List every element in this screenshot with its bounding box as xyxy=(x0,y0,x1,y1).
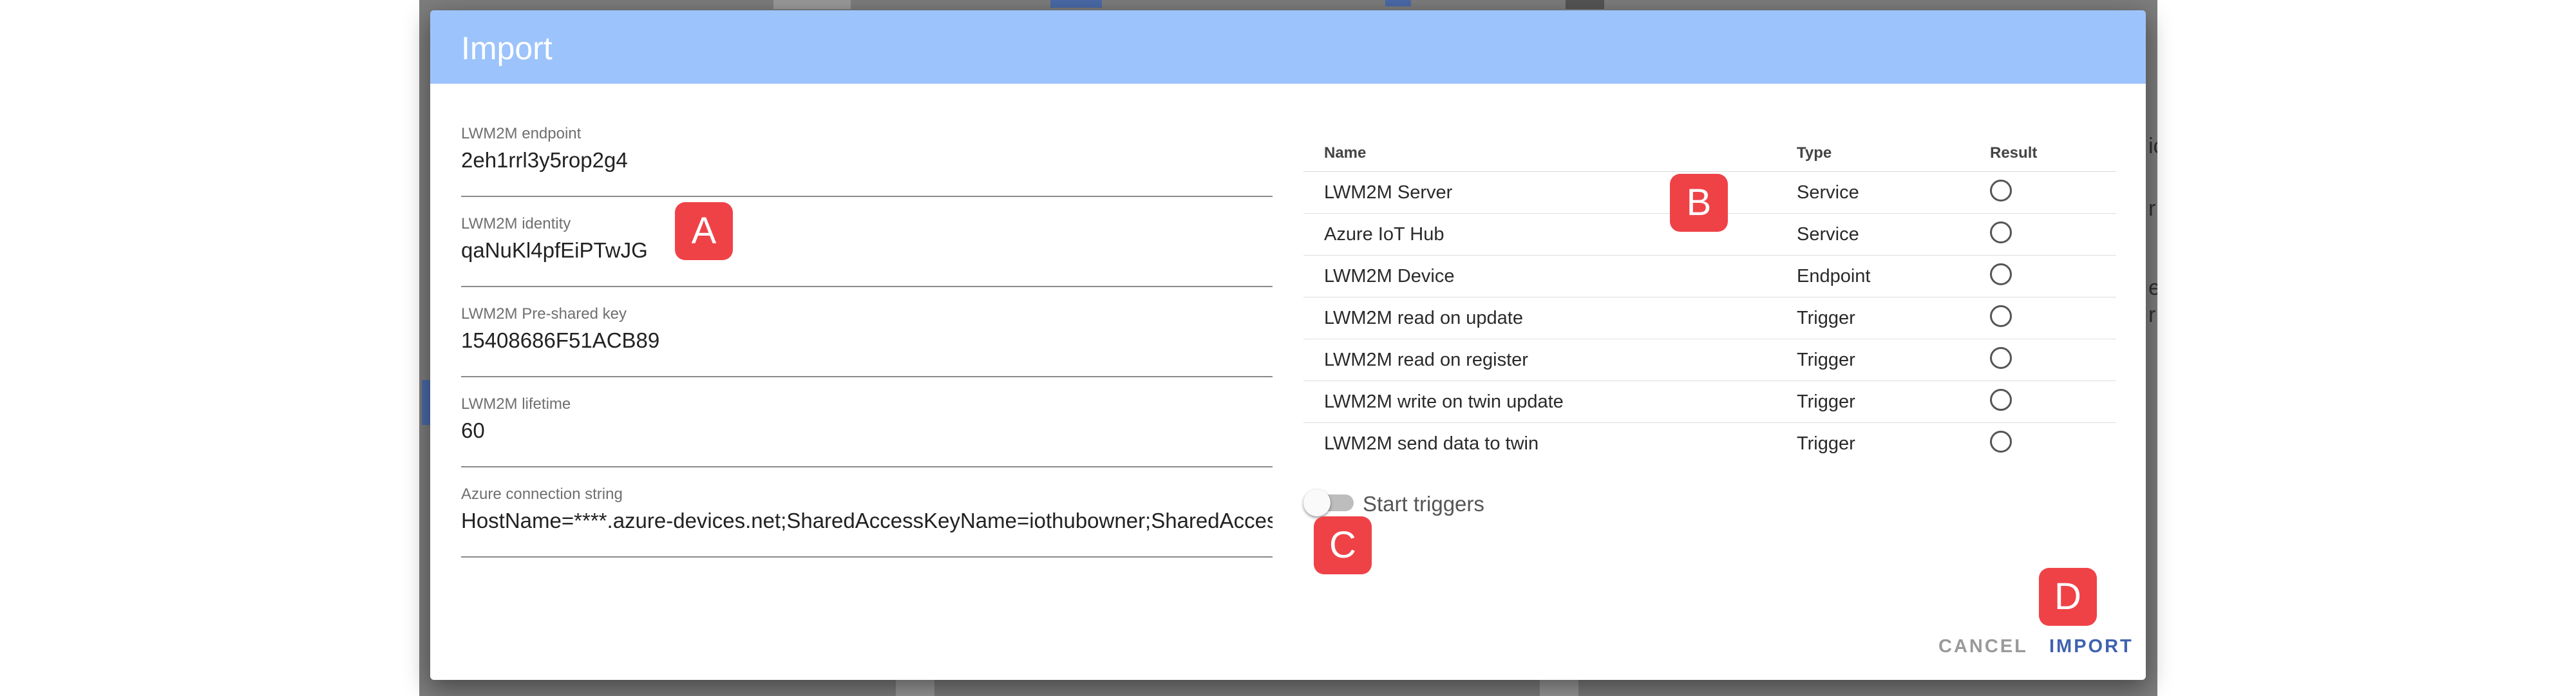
column-header-result: Result xyxy=(1990,144,2038,162)
azure-connection-string-input[interactable] xyxy=(461,509,1273,533)
background-text: ic xyxy=(2148,134,2157,158)
toggle-knob[interactable] xyxy=(1303,489,1331,516)
background-text: e xyxy=(2148,276,2157,300)
lwm2m-identity-field[interactable]: LWM2M identity xyxy=(461,215,1273,287)
field-label: Azure connection string xyxy=(461,485,623,503)
lwm2m-lifetime-input[interactable] xyxy=(461,419,1273,443)
result-radio-icon xyxy=(1990,221,2012,243)
row-type: Trigger xyxy=(1797,433,1855,454)
background-element xyxy=(1385,0,1411,6)
cancel-button[interactable]: CANCEL xyxy=(1938,636,2028,657)
result-radio-icon xyxy=(1990,431,2012,453)
result-radio-icon xyxy=(1990,347,2012,369)
annotation-marker-d: D xyxy=(2039,568,2097,626)
field-label: LWM2M Pre-shared key xyxy=(461,305,627,323)
row-name: LWM2M Device xyxy=(1324,266,1455,287)
column-header-name: Name xyxy=(1324,144,1367,162)
table-header: Name Type Result xyxy=(1303,125,2116,172)
row-name: Azure IoT Hub xyxy=(1324,224,1444,245)
row-type: Trigger xyxy=(1797,350,1855,370)
lwm2m-endpoint-input[interactable] xyxy=(461,148,1273,173)
row-type: Service xyxy=(1797,224,1859,245)
field-label: LWM2M endpoint xyxy=(461,125,582,142)
field-label: LWM2M identity xyxy=(461,215,571,232)
table-row: LWM2M write on twin update Trigger xyxy=(1303,381,2116,423)
row-type: Trigger xyxy=(1797,391,1855,412)
lwm2m-psk-field[interactable]: LWM2M Pre-shared key xyxy=(461,305,1273,377)
import-dialog: Import LWM2M endpoint LWM2M identity LWM… xyxy=(430,10,2146,680)
start-triggers-label[interactable]: Start triggers xyxy=(1363,492,1484,516)
result-radio-icon xyxy=(1990,389,2012,411)
background-element xyxy=(1540,680,1578,696)
column-header-type: Type xyxy=(1797,144,1832,162)
result-radio-icon xyxy=(1990,263,2012,285)
result-radio-icon xyxy=(1990,180,2012,202)
table-row: LWM2M read on register Trigger xyxy=(1303,339,2116,381)
annotation-marker-c: C xyxy=(1314,516,1372,574)
field-label: LWM2M lifetime xyxy=(461,395,571,413)
annotation-marker-b: B xyxy=(1670,174,1728,232)
row-type: Service xyxy=(1797,182,1859,203)
row-name: LWM2M read on register xyxy=(1324,350,1528,370)
background-element xyxy=(1050,0,1102,8)
row-name: LWM2M write on twin update xyxy=(1324,391,1564,412)
row-name: LWM2M Server xyxy=(1324,182,1453,203)
table-row: LWM2M read on update Trigger xyxy=(1303,297,2116,339)
background-element xyxy=(422,380,431,425)
lwm2m-lifetime-field[interactable]: LWM2M lifetime xyxy=(461,395,1273,467)
background-text: r xyxy=(2148,196,2156,221)
background-text: r xyxy=(2148,303,2156,327)
annotation-marker-a: A xyxy=(675,202,733,260)
lwm2m-identity-input[interactable] xyxy=(461,238,1273,263)
lwm2m-endpoint-field[interactable]: LWM2M endpoint xyxy=(461,125,1273,197)
background-element xyxy=(1566,0,1604,9)
row-name: LWM2M send data to twin xyxy=(1324,433,1539,454)
row-type: Endpoint xyxy=(1797,266,1871,287)
result-radio-icon xyxy=(1990,305,2012,327)
background-element xyxy=(773,0,851,9)
dialog-title: Import xyxy=(461,30,553,66)
table-row: LWM2M Device Endpoint xyxy=(1303,256,2116,297)
table-row: LWM2M send data to twin Trigger xyxy=(1303,423,2116,464)
background-element xyxy=(896,680,934,696)
import-button[interactable]: IMPORT xyxy=(2049,636,2134,657)
azure-connection-string-field[interactable]: Azure connection string xyxy=(461,485,1273,558)
row-type: Trigger xyxy=(1797,308,1855,328)
dialog-header: Import xyxy=(430,10,2146,84)
row-name: LWM2M read on update xyxy=(1324,308,1523,328)
lwm2m-psk-input[interactable] xyxy=(461,328,1273,353)
